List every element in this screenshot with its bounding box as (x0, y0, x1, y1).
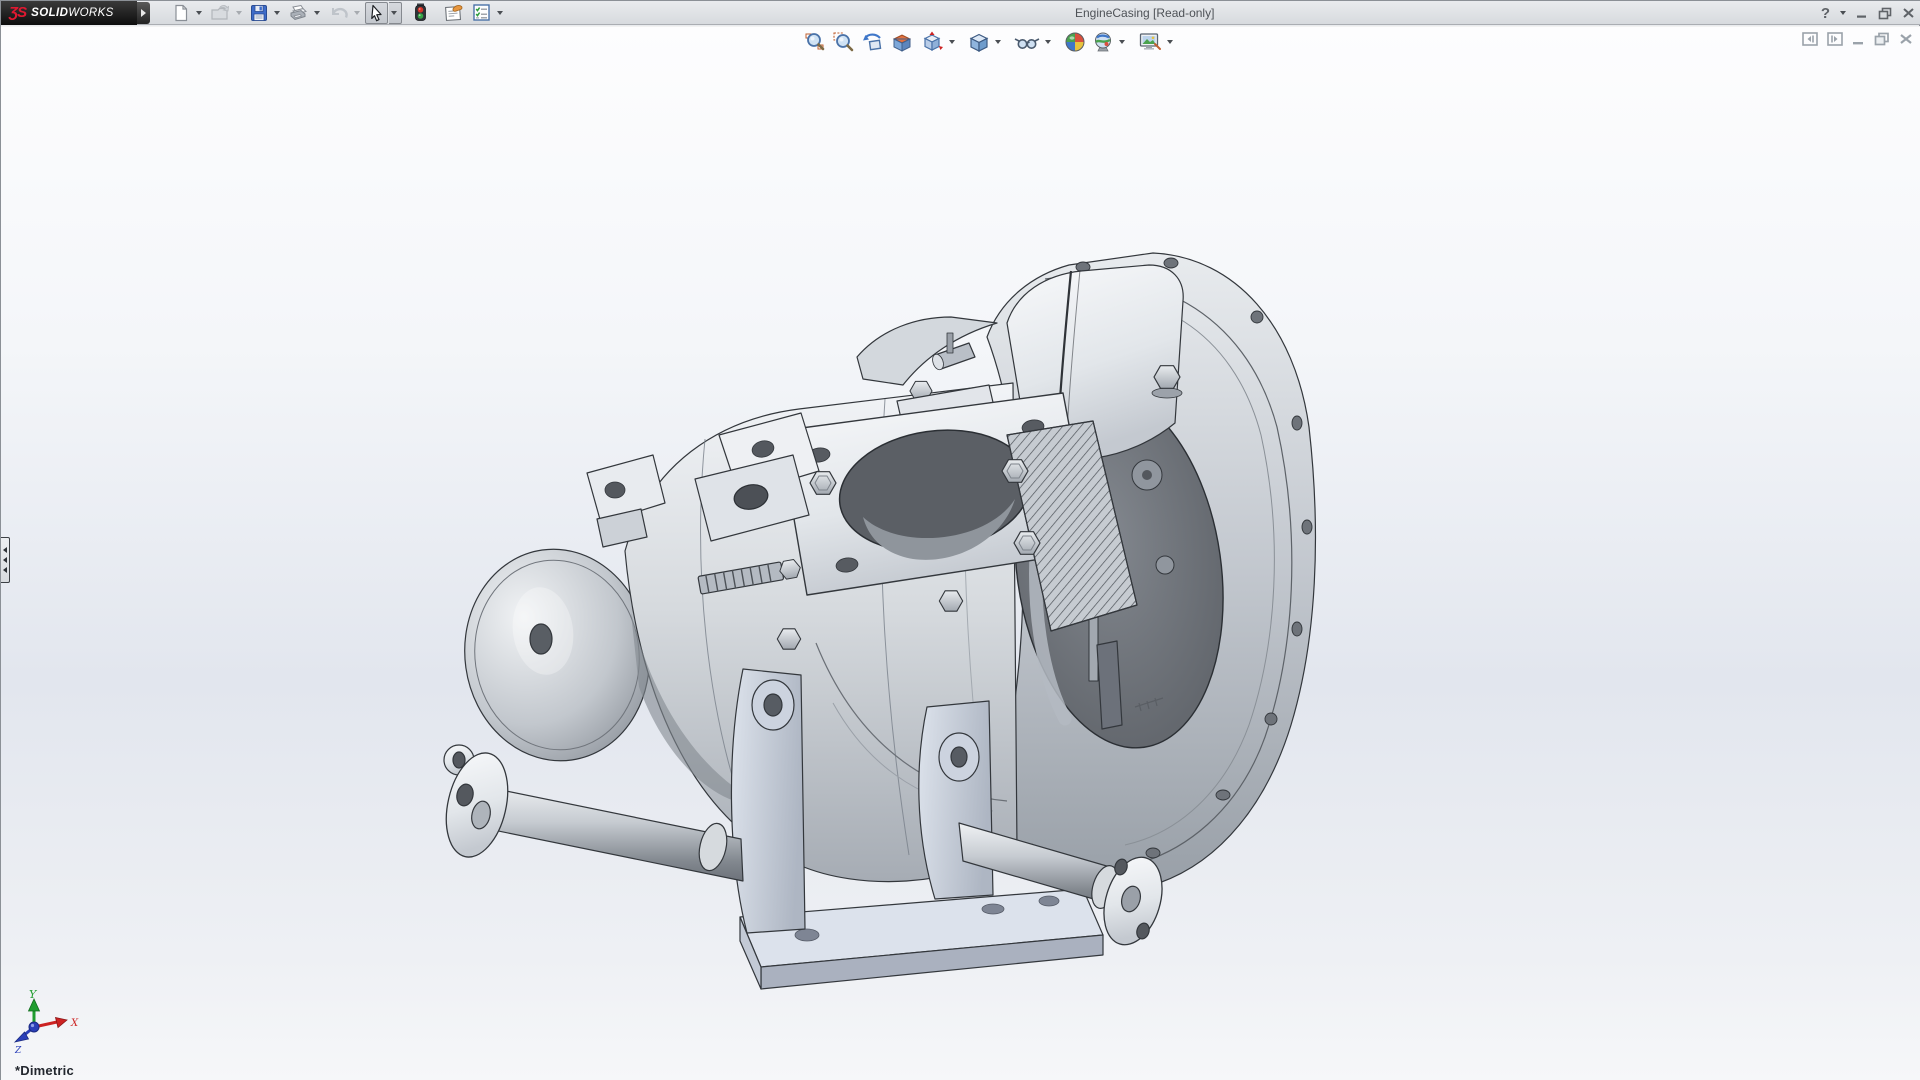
open-button[interactable] (207, 2, 233, 24)
brand-name: SOLIDWORKS (31, 7, 114, 19)
open-dropdown[interactable] (236, 11, 242, 15)
new-document-dropdown[interactable] (196, 11, 202, 15)
triad-x-label: X (70, 1018, 79, 1029)
help-dropdown[interactable] (1840, 11, 1846, 15)
model-geometry (437, 253, 1316, 989)
stoplight-button[interactable] (411, 2, 430, 24)
select-cursor-icon (368, 4, 385, 22)
brand-swoosh-icon: ƷS (9, 4, 26, 21)
restore-icon (1878, 7, 1892, 20)
undo-icon (328, 4, 348, 22)
triad-z-label: Z (14, 1046, 22, 1056)
print-button[interactable] (285, 2, 311, 24)
select-tool-button[interactable] (365, 2, 388, 24)
engine-casing-model[interactable] (1, 27, 1920, 1080)
triad-icon: Y X Z (7, 989, 91, 1061)
print-icon (288, 4, 308, 22)
select-tool-dropdown-icon (391, 11, 397, 15)
comment-icon (443, 3, 464, 22)
window-title: EngineCasing [Read-only] (1075, 6, 1214, 20)
open-icon (210, 4, 230, 22)
menu-flyout-button[interactable] (137, 2, 150, 24)
print-dropdown[interactable] (314, 11, 320, 15)
minimize-icon (1856, 7, 1868, 19)
design-checker-dropdown[interactable] (497, 11, 503, 15)
title-bar: ƷS SOLIDWORKS (1, 1, 1920, 25)
menu-flyout-icon (141, 9, 146, 17)
close-button[interactable] (1902, 1, 1915, 25)
minimize-button[interactable] (1856, 1, 1868, 25)
save-icon (250, 4, 268, 22)
view-orientation-label: *Dimetric (15, 1063, 74, 1078)
restore-button[interactable] (1878, 1, 1892, 25)
close-icon (1902, 7, 1915, 19)
titlebar-window-controls: ? (1821, 1, 1915, 25)
graphics-viewport[interactable]: Y X Z *Dimetric (1, 26, 1920, 1080)
select-tool-dropdown[interactable] (389, 2, 402, 24)
solidworks-logo: ƷS SOLIDWORKS (1, 1, 137, 25)
comment-button[interactable] (440, 2, 467, 24)
triad-y-label: Y (29, 989, 38, 1001)
brand-name-bold: SOLID (31, 7, 68, 19)
new-document-icon (172, 4, 190, 22)
save-button[interactable] (247, 2, 271, 24)
save-dropdown[interactable] (274, 11, 280, 15)
undo-dropdown[interactable] (354, 11, 360, 15)
new-document-button[interactable] (169, 2, 193, 24)
brand-name-regular: WORKS (68, 7, 113, 19)
undo-button[interactable] (325, 2, 351, 24)
design-checker-button[interactable] (469, 2, 494, 24)
stoplight-icon (414, 3, 427, 22)
help-button[interactable]: ? (1821, 1, 1830, 25)
design-checker-icon (472, 3, 491, 22)
